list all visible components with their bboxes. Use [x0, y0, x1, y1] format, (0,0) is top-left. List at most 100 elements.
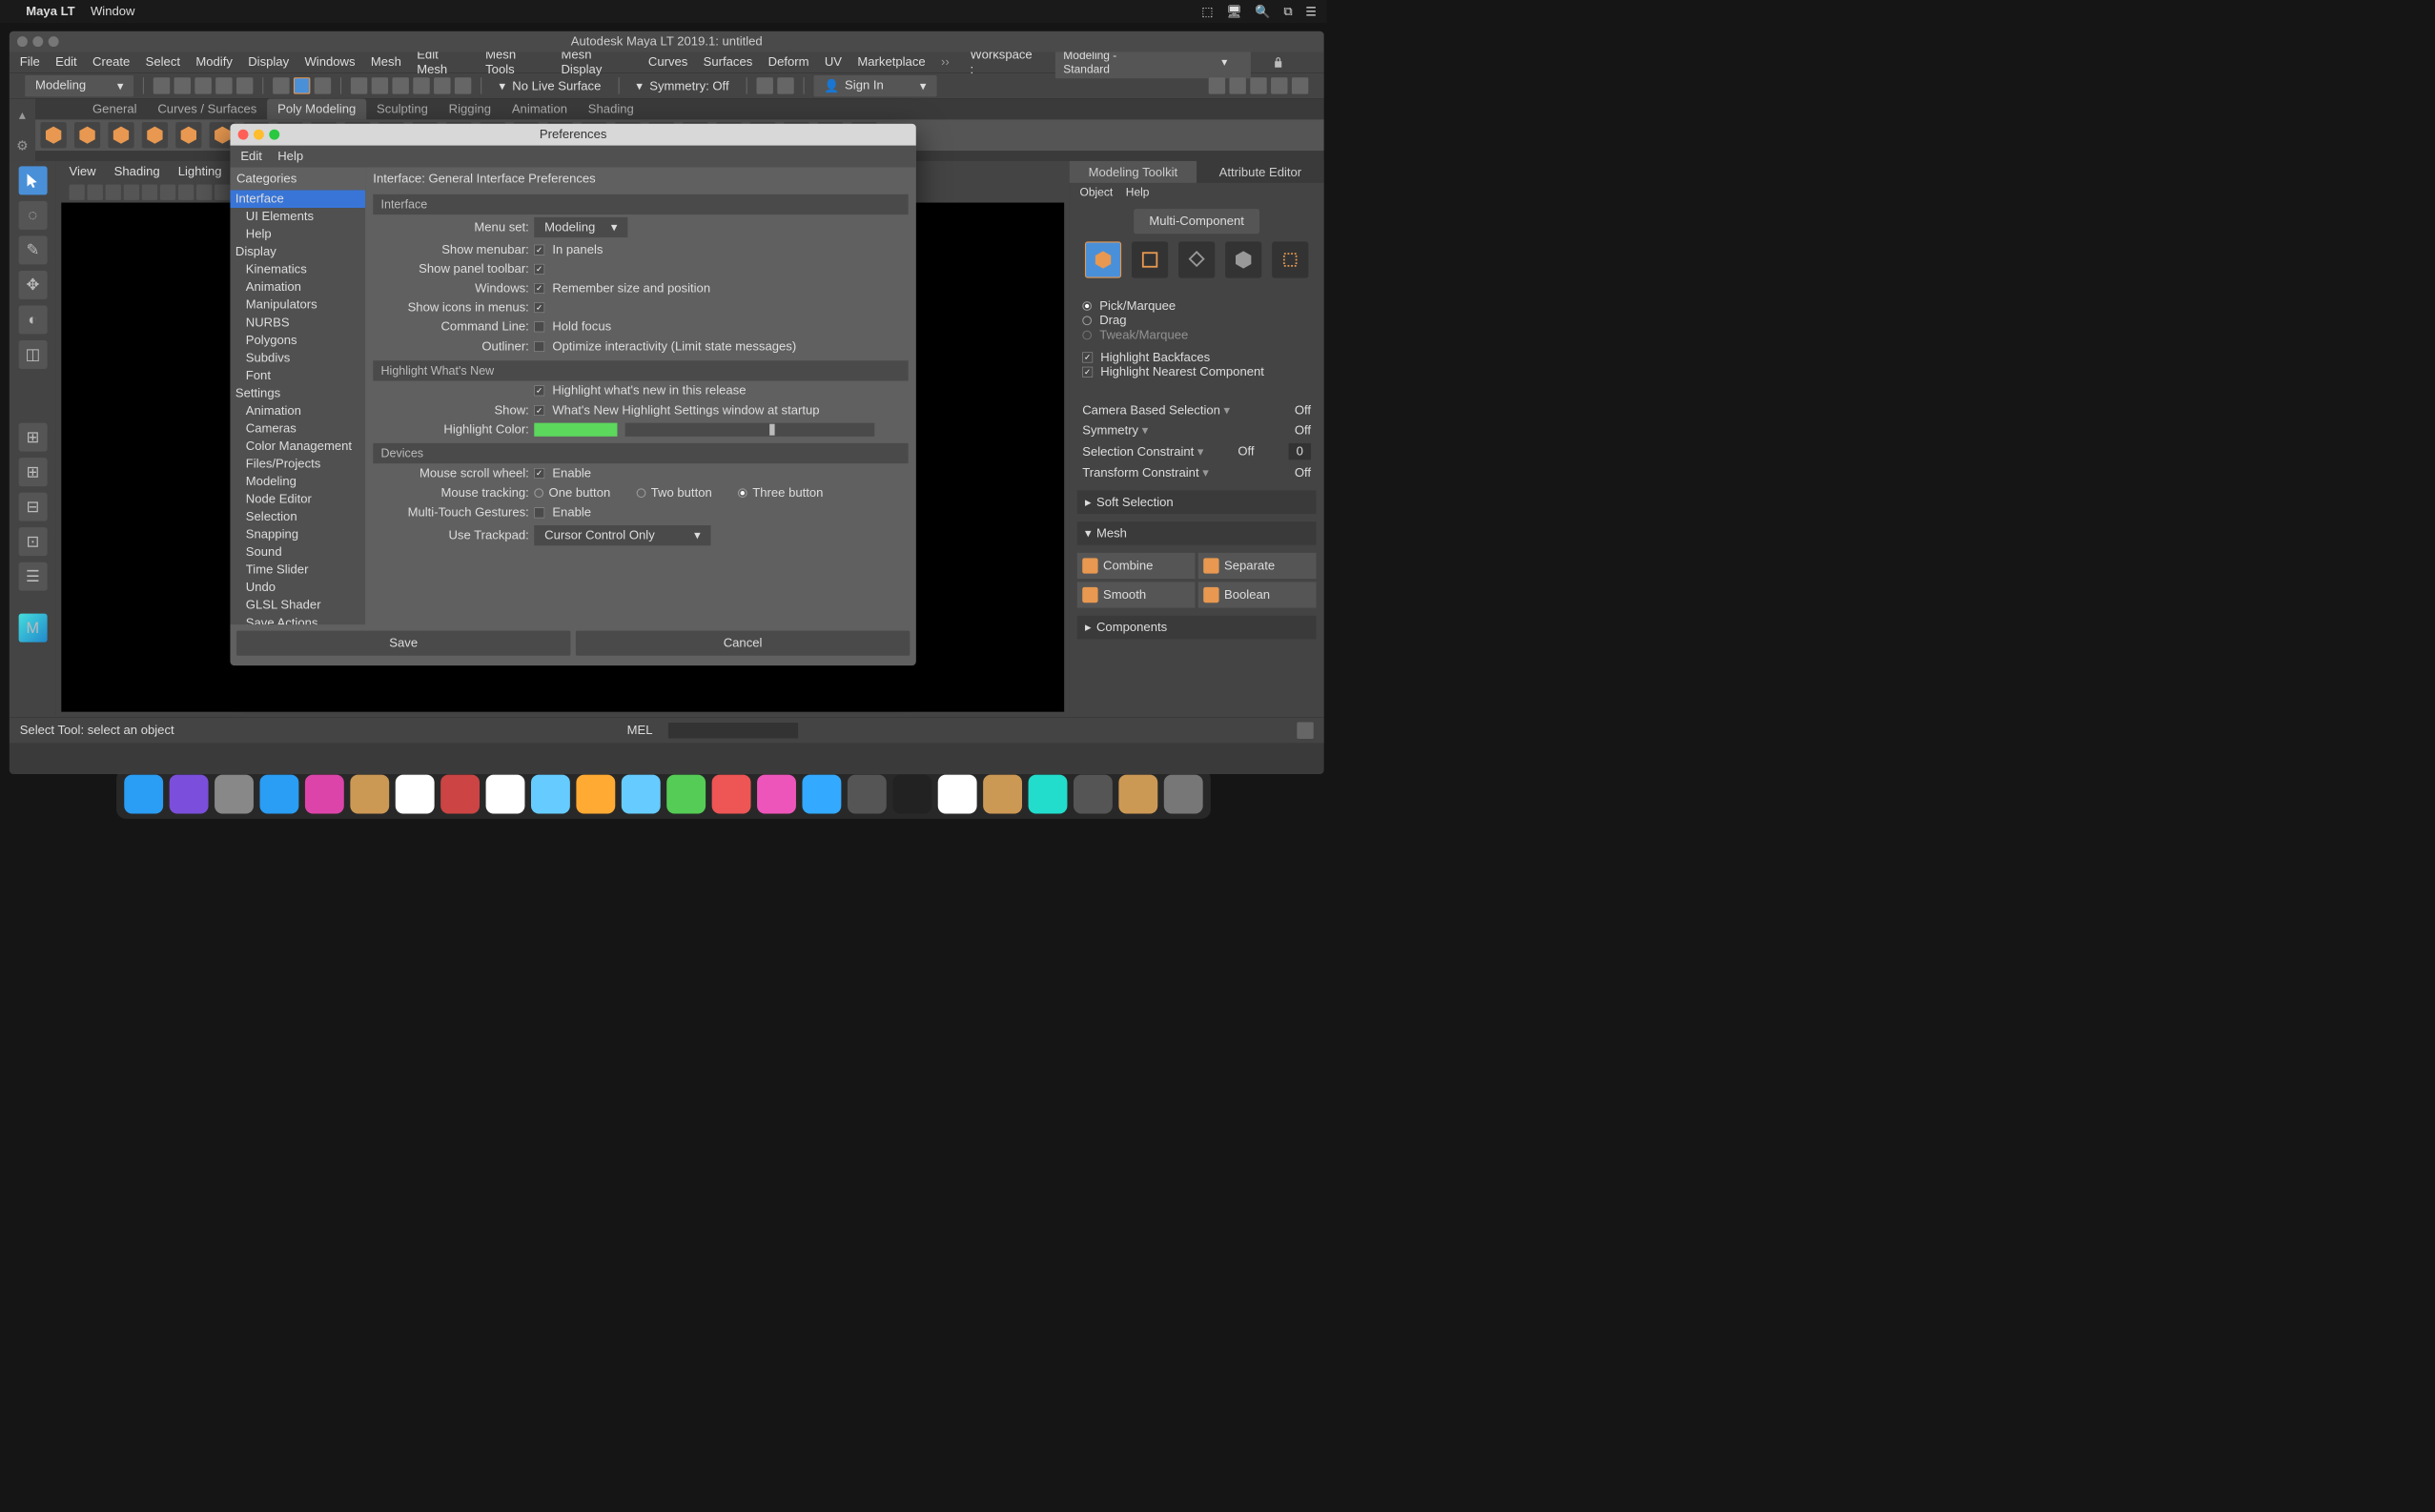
prefs-radio-option[interactable]: One button: [534, 486, 610, 501]
soft-selection-header[interactable]: ▸Soft Selection: [1077, 490, 1317, 514]
prefs-select[interactable]: Modeling▾: [534, 217, 627, 237]
outliner-icon[interactable]: ☰: [18, 562, 47, 591]
edge-mode-icon[interactable]: [1178, 241, 1215, 277]
prefs-checkbox[interactable]: [534, 264, 544, 275]
category-item[interactable]: Save Actions: [230, 614, 365, 624]
menu-display[interactable]: Display: [248, 55, 289, 70]
category-item[interactable]: Settings: [230, 384, 365, 402]
panel-toolbar-icon[interactable]: [215, 184, 230, 199]
category-item[interactable]: UI Elements: [230, 208, 365, 226]
shelf-item-icon[interactable]: [108, 122, 133, 148]
symmetry-dropdown[interactable]: ▾ Symmetry: Off: [628, 75, 737, 95]
prefs-checkbox[interactable]: [534, 468, 544, 479]
dock-app-icon[interactable]: [1164, 775, 1203, 814]
menu-curves[interactable]: Curves: [648, 55, 687, 70]
highlight-checkbox[interactable]: Highlight Backfaces: [1077, 350, 1317, 364]
category-item[interactable]: Kinematics: [230, 261, 365, 279]
prefs-radio-option[interactable]: Two button: [636, 486, 711, 501]
menu-create[interactable]: Create: [92, 55, 130, 70]
panel-menu-shading[interactable]: Shading: [114, 165, 160, 179]
mesh-op-button[interactable]: Smooth: [1077, 582, 1196, 607]
dock-app-icon[interactable]: [260, 775, 299, 814]
prefs-checkbox[interactable]: [534, 245, 544, 255]
search-icon[interactable]: 🔍: [1255, 4, 1270, 19]
menu-uv[interactable]: UV: [825, 55, 842, 70]
shelf-tab[interactable]: Curves / Surfaces: [147, 99, 267, 120]
category-item[interactable]: GLSL Shader: [230, 597, 365, 615]
dock-app-icon[interactable]: [802, 775, 841, 814]
vertex-mode-icon[interactable]: [1132, 241, 1168, 277]
highlight-checkbox[interactable]: Highlight Nearest Component: [1077, 365, 1317, 379]
menubar-window[interactable]: Window: [91, 4, 135, 18]
menu-edit-mesh[interactable]: Edit Mesh: [417, 48, 470, 77]
panel-toolbar-icon[interactable]: [124, 184, 139, 199]
mesh-header[interactable]: ▾Mesh: [1077, 521, 1317, 545]
prefs-checkbox[interactable]: [534, 341, 544, 352]
tab-attribute-editor[interactable]: Attribute Editor: [1197, 161, 1324, 183]
category-item[interactable]: Color Management: [230, 438, 365, 456]
shelf-tab[interactable]: Shading: [578, 99, 645, 120]
panel-toolbar-icon[interactable]: [106, 184, 121, 199]
dock-app-icon[interactable]: [305, 775, 344, 814]
category-item[interactable]: Manipulators: [230, 296, 365, 315]
live-surface-dropdown[interactable]: ▾ No Live Surface: [491, 75, 608, 95]
select-object-icon[interactable]: [294, 77, 310, 93]
cancel-button[interactable]: Cancel: [576, 631, 910, 656]
dock-app-icon[interactable]: [1118, 775, 1157, 814]
snap-point-icon[interactable]: [393, 77, 409, 93]
category-item[interactable]: Cameras: [230, 419, 365, 438]
category-item[interactable]: NURBS: [230, 314, 365, 332]
category-item[interactable]: Selection: [230, 508, 365, 526]
open-scene-icon[interactable]: [174, 77, 191, 93]
toolbar-icon[interactable]: [1209, 77, 1225, 93]
shelf-tab[interactable]: Rigging: [439, 99, 501, 120]
selection-style-radio[interactable]: Drag: [1077, 314, 1317, 328]
mesh-op-button[interactable]: Boolean: [1198, 582, 1317, 607]
mesh-op-button[interactable]: Combine: [1077, 553, 1196, 579]
prefs-menu-edit[interactable]: Edit: [240, 149, 262, 163]
menubar-app-title[interactable]: Maya LT: [26, 4, 74, 18]
shelf-tab[interactable]: Sculpting: [366, 99, 439, 120]
constraint-row[interactable]: Transform ConstraintOff: [1077, 462, 1317, 482]
panel-toolbar-icon[interactable]: [69, 184, 84, 199]
dock-app-icon[interactable]: [396, 775, 435, 814]
dock-app-icon[interactable]: [983, 775, 1022, 814]
menu-mesh-tools[interactable]: Mesh Tools: [485, 48, 545, 77]
menubar-icon[interactable]: ☰: [1305, 4, 1317, 19]
mesh-op-button[interactable]: Separate: [1198, 553, 1317, 579]
components-header[interactable]: ▸Components: [1077, 616, 1317, 640]
shelf-tabs-toggle[interactable]: ▴⚙: [10, 99, 35, 161]
new-scene-icon[interactable]: [153, 77, 170, 93]
menu-marketplace[interactable]: Marketplace: [857, 55, 925, 70]
prefs-radio-option[interactable]: Three button: [738, 486, 823, 501]
layout-icon[interactable]: ⊞: [18, 423, 47, 452]
dock-app-icon[interactable]: [892, 775, 931, 814]
constraint-row[interactable]: Selection ConstraintOff0: [1077, 440, 1317, 462]
dock-app-icon[interactable]: [1029, 775, 1068, 814]
dock-app-icon[interactable]: [938, 775, 977, 814]
dock-app-icon[interactable]: [440, 775, 480, 814]
category-item[interactable]: Sound: [230, 543, 365, 562]
render-icon[interactable]: [756, 77, 772, 93]
toolbar-icon[interactable]: [1292, 77, 1308, 93]
shelf-tab[interactable]: Animation: [501, 99, 578, 120]
constraint-row[interactable]: Camera Based SelectionOff: [1077, 400, 1317, 420]
shelf-item-icon[interactable]: [175, 122, 201, 148]
menu-deform[interactable]: Deform: [768, 55, 809, 70]
layout-icon[interactable]: ⊟: [18, 493, 47, 521]
select-hierarchy-icon[interactable]: [273, 77, 289, 93]
dock-app-icon[interactable]: [124, 775, 163, 814]
toolbar-icon[interactable]: [1229, 77, 1245, 93]
menubar-icon[interactable]: 🖥: [1226, 4, 1242, 19]
snap-toggle-icon[interactable]: [455, 77, 471, 93]
snap-live-icon[interactable]: [434, 77, 450, 93]
menubar-icon[interactable]: ⬚: [1201, 4, 1213, 19]
highlight-color-slider[interactable]: [625, 423, 875, 437]
shelf-tab[interactable]: General: [82, 99, 147, 120]
shelf-item-icon[interactable]: [142, 122, 168, 148]
script-editor-icon[interactable]: [1297, 722, 1313, 738]
panel-toolbar-icon[interactable]: [178, 184, 194, 199]
toolbar-icon[interactable]: [1271, 77, 1287, 93]
category-item[interactable]: Node Editor: [230, 490, 365, 508]
scale-tool-icon[interactable]: ◫: [18, 340, 47, 369]
